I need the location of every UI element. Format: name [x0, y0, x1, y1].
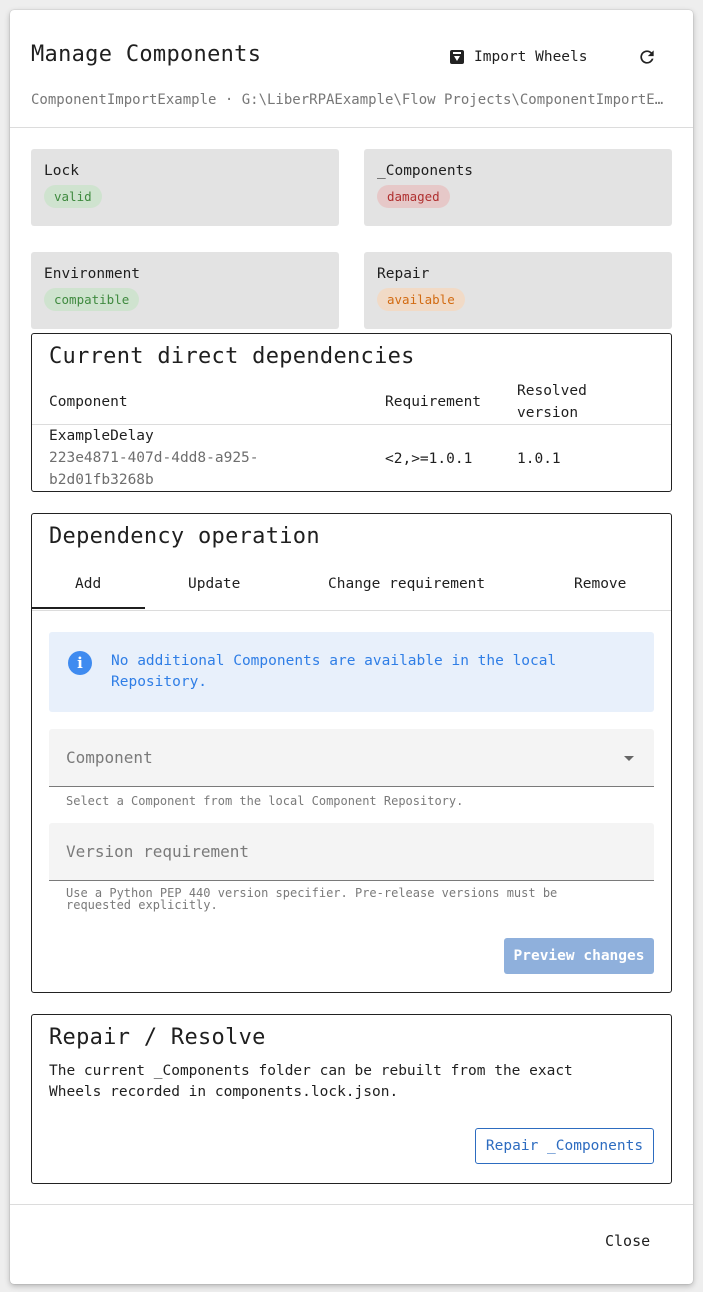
tab-update[interactable]: Update: [188, 576, 240, 592]
table-row: ExampleDelay 223e4871-407d-4dd8-a925- b2…: [32, 425, 671, 491]
status-components-label: _Components: [377, 163, 474, 179]
version-helper-line2: requested explicitly.: [66, 898, 218, 912]
tab-change-requirement[interactable]: Change requirement: [328, 576, 485, 592]
dependencies-card: Current direct dependencies Component Re…: [31, 333, 672, 492]
status-repair: Repair available: [364, 252, 672, 329]
version-requirement-field[interactable]: [49, 823, 654, 881]
status-environment: Environment compatible: [31, 252, 339, 329]
operation-title: Dependency operation: [49, 524, 320, 549]
status-lock-badge: valid: [44, 185, 102, 208]
refresh-button[interactable]: [634, 44, 660, 70]
repair-components-button[interactable]: Repair _Components: [475, 1128, 654, 1164]
footer-divider: [10, 1204, 693, 1205]
info-message: No additional Components are available i…: [111, 653, 557, 690]
component-name: ExampleDelay: [49, 428, 154, 444]
column-resolved-line2: version: [517, 405, 579, 421]
manage-components-dialog: Manage Components Import Wheels Componen…: [10, 10, 693, 1284]
component-resolved: 1.0.1: [517, 451, 561, 467]
info-icon: i: [68, 651, 92, 675]
import-wheels-label: Import Wheels: [474, 49, 588, 65]
component-id-line1: 223e4871-407d-4dd8-a925-: [49, 450, 259, 466]
component-id: 223e4871-407d-4dd8-a925- b2d01fb3268b: [49, 447, 259, 491]
header-divider: [10, 127, 693, 128]
status-environment-label: Environment: [44, 266, 141, 282]
archive-icon: [450, 50, 464, 64]
repair-description-line2: Wheels recorded in components.lock.json.: [49, 1084, 399, 1100]
status-repair-label: Repair: [377, 266, 430, 282]
column-requirement: Requirement: [385, 394, 482, 410]
component-helper-text: Select a Component from the local Compon…: [66, 794, 464, 808]
info-alert: i No additional Components are available…: [49, 632, 654, 712]
repair-description-line1: The current _Components folder can be re…: [49, 1063, 573, 1079]
version-helper-text: Use a Python PEP 440 version specifier. …: [66, 887, 626, 911]
preview-changes-button[interactable]: Preview changes: [504, 938, 654, 974]
component-id-line2: b2d01fb3268b: [49, 472, 154, 488]
component-select[interactable]: [49, 729, 654, 787]
dialog-title: Manage Components: [31, 42, 262, 67]
status-repair-badge: available: [377, 288, 465, 311]
repair-description: The current _Components folder can be re…: [49, 1061, 573, 1103]
component-select-input[interactable]: [49, 729, 654, 786]
status-components-badge: damaged: [377, 185, 450, 208]
component-requirement: <2,>=1.0.1: [385, 451, 473, 467]
repair-card: Repair / Resolve The current _Components…: [31, 1014, 672, 1184]
dropdown-arrow-icon: [624, 756, 634, 761]
tab-add[interactable]: Add: [75, 576, 101, 592]
column-resolved-version: Resolved version: [517, 380, 587, 424]
repair-title: Repair / Resolve: [49, 1025, 266, 1050]
status-lock-label: Lock: [44, 163, 79, 179]
dependencies-title: Current direct dependencies: [49, 344, 415, 369]
dependency-operation-card: Dependency operation Add Update Change r…: [31, 513, 672, 993]
tabs-divider: [32, 610, 671, 611]
status-components: _Components damaged: [364, 149, 672, 226]
version-requirement-input[interactable]: [49, 823, 654, 880]
project-path: ComponentImportExample · G:\LiberRPAExam…: [31, 92, 671, 108]
refresh-icon: [640, 50, 654, 64]
tab-remove[interactable]: Remove: [574, 576, 626, 592]
active-tab-indicator: [32, 607, 145, 609]
status-environment-badge: compatible: [44, 288, 140, 311]
column-resolved-line1: Resolved: [517, 383, 587, 399]
close-button[interactable]: Close: [605, 1232, 650, 1250]
import-wheels-button[interactable]: Import Wheels: [450, 44, 588, 70]
status-lock: Lock valid: [31, 149, 339, 226]
column-component: Component: [49, 394, 128, 410]
